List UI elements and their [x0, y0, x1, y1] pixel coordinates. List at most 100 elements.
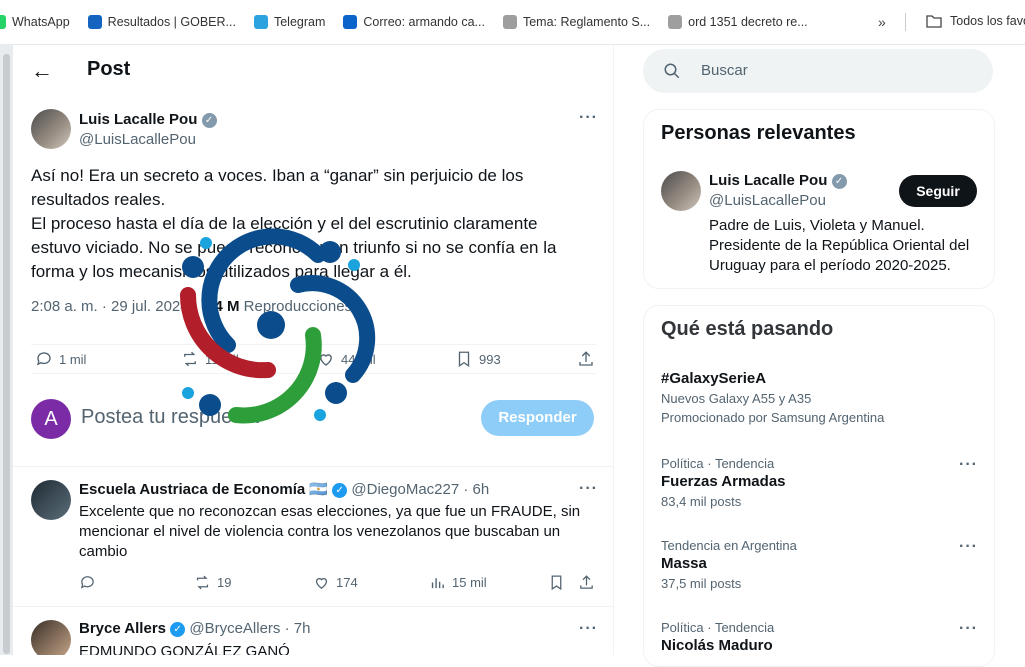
- more-options-icon[interactable]: ···: [579, 109, 598, 127]
- views-count: 15 mil: [452, 575, 487, 590]
- author-handle[interactable]: @BryceAllers: [189, 620, 280, 637]
- share-button[interactable]: [578, 574, 595, 591]
- relevant-people-panel: Personas relevantes Luis Lacalle Pou ✓ @…: [643, 109, 995, 289]
- bookmark-item[interactable]: Telegram: [253, 15, 325, 29]
- trend-item[interactable]: #GalaxySerieA Nuevos Galaxy A55 y A35 Pr…: [661, 368, 981, 425]
- trend-topic: Fuerzas Armadas: [661, 473, 786, 490]
- trend-item[interactable]: Política · Tendencia Nicolás Maduro ···: [661, 620, 981, 654]
- trend-count: 37,5 mil posts: [661, 576, 742, 591]
- more-options-icon[interactable]: ···: [579, 620, 598, 638]
- bookmark-item[interactable]: Resultados | GOBER...: [87, 15, 236, 29]
- divider: [13, 466, 613, 467]
- back-arrow-icon[interactable]: ←: [31, 58, 53, 84]
- person-name-text: Luis Lacalle Pou: [709, 172, 828, 189]
- right-sidebar: Buscar Personas relevantes Luis Lacalle …: [643, 44, 995, 667]
- verified-badge-icon: ✓: [831, 173, 847, 189]
- post-header: ← Post: [13, 44, 613, 97]
- more-options-icon[interactable]: ···: [959, 456, 978, 474]
- bookmarks-overflow-button[interactable]: »: [878, 14, 886, 30]
- bookmarks-bar: WhatsApp Resultados | GOBER... Telegram Cor…: [0, 0, 1025, 45]
- trend-category: Política · Tendencia: [661, 620, 775, 635]
- divider: [13, 606, 613, 607]
- scrollbar-thumb[interactable]: [3, 54, 10, 654]
- trend-item[interactable]: Tendencia en Argentina Massa 37,5 mil po…: [661, 538, 981, 591]
- author-name[interactable]: Escuela Austriaca de Economía: [79, 481, 305, 498]
- views-button[interactable]: 15 mil: [429, 574, 487, 591]
- more-options-icon[interactable]: ···: [959, 538, 978, 556]
- author-name[interactable]: Luis Lacalle Pou ✓: [79, 111, 217, 128]
- avatar[interactable]: A: [31, 399, 71, 439]
- trend-item[interactable]: Política · Tendencia Fuerzas Armadas 83,…: [661, 456, 981, 509]
- avatar[interactable]: [31, 109, 71, 149]
- like-button[interactable]: 174: [313, 574, 358, 591]
- tweet-time[interactable]: 7h: [294, 620, 311, 637]
- reply-tweet[interactable]: Bryce Allers ✓ @BryceAllers · 7h ··· EDM…: [31, 620, 598, 655]
- more-options-icon[interactable]: ···: [579, 480, 598, 498]
- avatar[interactable]: [661, 171, 701, 211]
- repost-button[interactable]: 19: [194, 574, 231, 591]
- trend-count: 83,4 mil posts: [661, 494, 742, 509]
- tweet-actions: 1 mil 11 mil 44 mil 993: [31, 344, 596, 374]
- reply-submit-button[interactable]: Responder: [481, 400, 594, 436]
- repost-icon: [184, 351, 196, 367]
- repost-count: 11 mil: [205, 351, 239, 367]
- reply-tweet[interactable]: Escuela Austriaca de Economía 🇦🇷 ✓ @Dieg…: [31, 480, 598, 600]
- tweet-time[interactable]: 6h: [473, 481, 490, 498]
- views-label: Reproducciones: [243, 298, 353, 315]
- trend-topic: Nicolás Maduro: [661, 637, 773, 654]
- share-button[interactable]: [577, 350, 595, 368]
- trend-category: Tendencia en Argentina: [661, 538, 797, 553]
- bookmark-item[interactable]: WhatsApp: [0, 15, 70, 29]
- bookmark-favicon-icon: [668, 15, 683, 29]
- follow-button[interactable]: Seguir: [899, 175, 977, 207]
- all-favorites[interactable]: Todos los favoritos: [926, 14, 1025, 28]
- person-handle[interactable]: @LuisLacallePou: [709, 192, 826, 209]
- reply-button[interactable]: [79, 574, 96, 591]
- tweet-text: Así no! Era un secreto a voces. Iban a “…: [31, 164, 591, 284]
- bookmark-label: WhatsApp: [12, 15, 70, 29]
- like-count: 174: [336, 575, 358, 590]
- search-input[interactable]: Buscar: [643, 49, 993, 93]
- bookmark-item[interactable]: Correo: armando ca...: [343, 15, 485, 29]
- repost-button[interactable]: 11 mil: [181, 350, 239, 368]
- bookmark-button[interactable]: 993: [455, 350, 501, 368]
- verified-badge-icon: ✓: [332, 482, 348, 498]
- panel-title: Personas relevantes: [661, 122, 856, 144]
- tweet-paragraph: El proceso hasta el día de la elección y…: [31, 214, 557, 281]
- reply-text: Excelente que no reconozcan esas eleccio…: [79, 503, 581, 560]
- tweet-date[interactable]: 29 jul. 2024: [111, 298, 189, 315]
- like-button[interactable]: 44 mil: [317, 350, 376, 368]
- divider: [905, 13, 906, 31]
- author-handle[interactable]: @DiegoMac227: [351, 481, 459, 498]
- post-column: ← Post Luis Lacalle Pou ✓ @LuisLacallePo…: [13, 44, 614, 655]
- reply-text: EDMUNDO GONZÁLEZ GANÓ: [79, 643, 290, 655]
- promoted-label: Promocionado por Samsung Argentina: [661, 410, 885, 425]
- person-bio: Padre de Luis, Violeta y Manuel. Preside…: [709, 217, 970, 274]
- author-name[interactable]: Bryce Allers: [79, 620, 166, 637]
- more-options-icon[interactable]: ···: [959, 620, 978, 638]
- share-icon: [579, 351, 593, 366]
- author-handle[interactable]: @LuisLacallePou: [79, 131, 196, 148]
- views-chart-icon: [431, 578, 444, 589]
- tweet-time[interactable]: 2:08 a. m.: [31, 298, 98, 315]
- bookmark-icon: [551, 575, 562, 591]
- avatar[interactable]: [31, 480, 71, 520]
- person-name[interactable]: Luis Lacalle Pou ✓: [709, 172, 847, 189]
- bookmark-count: 993: [479, 351, 501, 367]
- tweet-meta: 2:08 a. m. · 29 jul. 2024 · 1,4 M Reprod…: [31, 298, 353, 315]
- bookmark-item[interactable]: ord 1351 decreto re...: [668, 15, 808, 29]
- repost-icon: [196, 575, 209, 590]
- bookmark-favicon-icon: [253, 15, 268, 29]
- reply-button[interactable]: 1 mil: [35, 350, 86, 368]
- flag: 🇦🇷: [309, 481, 329, 498]
- bookmark-label: Resultados | GOBER...: [107, 15, 236, 29]
- share-icon: [580, 575, 593, 589]
- verified-badge-icon: ✓: [170, 621, 186, 637]
- reply-input[interactable]: Postea tu respuesta: [81, 406, 259, 429]
- bookmark-item[interactable]: Tema: Reglamento S...: [502, 15, 650, 29]
- bookmark-button[interactable]: [548, 574, 565, 591]
- like-count: 44 mil: [341, 351, 376, 367]
- left-scrollbar[interactable]: [0, 44, 13, 655]
- reply-header: Bryce Allers ✓ @BryceAllers · 7h: [79, 620, 311, 637]
- avatar[interactable]: [31, 620, 71, 655]
